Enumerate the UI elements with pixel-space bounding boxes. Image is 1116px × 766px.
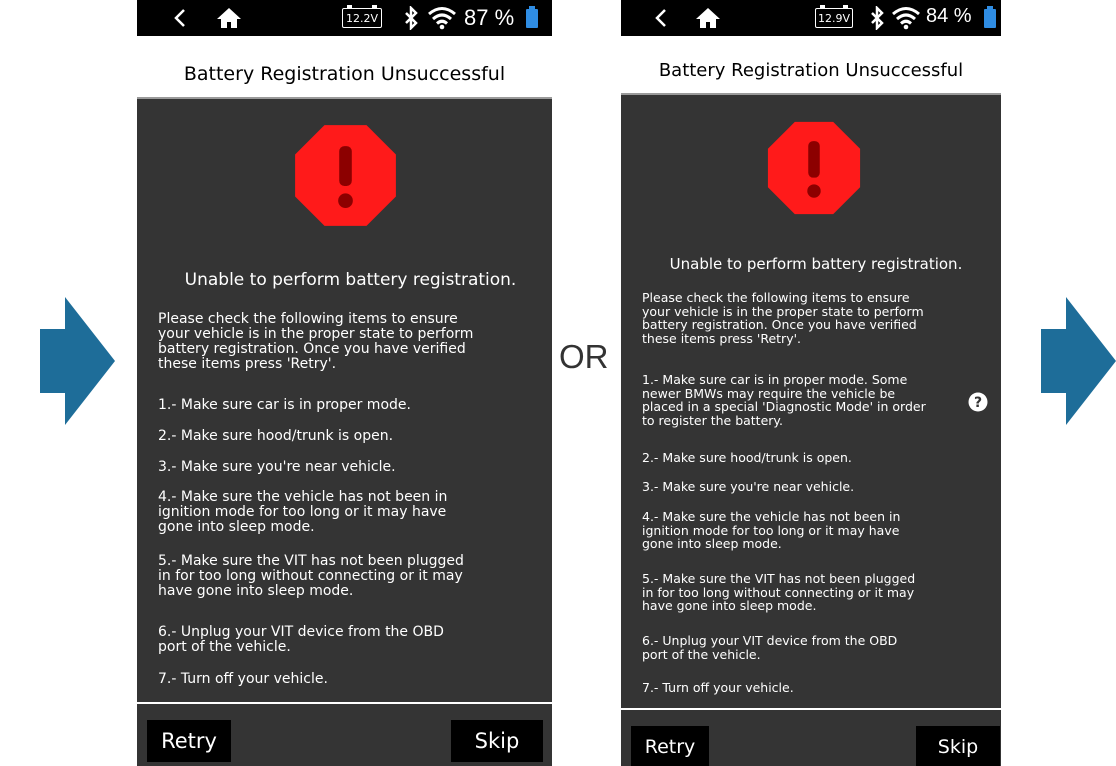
page-title: Battery Registration Unsuccessful — [137, 36, 552, 99]
step-6: 6.- Unplug your VIT device from the OBD … — [158, 624, 444, 655]
battery-percentage: 84 % — [926, 5, 972, 27]
step-1: 1.- Make sure car is in proper mode. — [158, 397, 411, 413]
error-stop-icon — [767, 121, 861, 215]
battery-percentage: 87 % — [464, 5, 515, 30]
battery-icon — [984, 6, 996, 28]
bluetooth-icon — [871, 6, 884, 30]
or-separator: OR — [559, 338, 609, 375]
help-question-icon[interactable]: ? — [968, 392, 988, 412]
phone-screen-1: 12.2V 87 % Battery Registration Unsucces… — [137, 0, 552, 766]
retry-button[interactable]: Retry — [631, 726, 709, 766]
home-icon[interactable] — [216, 7, 242, 29]
vehicle-voltage-indicator: 12.9V — [815, 5, 853, 28]
step-2: 2.- Make sure hood/trunk is open. — [642, 450, 852, 465]
bluetooth-icon — [405, 6, 418, 30]
status-bar: 12.2V 87 % — [137, 0, 552, 36]
skip-button[interactable]: Skip — [916, 726, 1000, 766]
vehicle-voltage-indicator: 12.2V — [342, 5, 382, 28]
flow-arrow-left-icon — [40, 297, 115, 425]
page-title: Battery Registration Unsuccessful — [621, 36, 1001, 95]
error-subtitle: Unable to perform battery registration. — [184, 270, 517, 290]
footer-bar: Retry Skip — [621, 708, 1001, 766]
step-4: 4.- Make sure the vehicle has not been i… — [642, 509, 901, 551]
step-6: 6.- Unplug your VIT device from the OBD … — [642, 633, 898, 662]
svg-text:?: ? — [974, 395, 982, 411]
step-4: 4.- Make sure the vehicle has not been i… — [158, 489, 448, 535]
step-3: 3.- Make sure you're near vehicle. — [158, 459, 396, 475]
instructions-intro: Please check the following items to ensu… — [158, 311, 474, 372]
step-5: 5.- Make sure the VIT has not been plugg… — [158, 553, 464, 599]
footer-bar: Retry Skip — [137, 702, 552, 766]
status-bar: 12.9V 84 % — [621, 0, 1001, 36]
step-2: 2.- Make sure hood/trunk is open. — [158, 428, 394, 444]
flow-arrow-right-icon — [1041, 297, 1116, 425]
back-arrow-icon[interactable] — [654, 7, 668, 29]
step-7: 7.- Turn off your vehicle. — [158, 671, 328, 687]
phone-screen-2: 12.9V 84 % Battery Registration Unsucces… — [621, 0, 1001, 766]
battery-icon — [526, 6, 538, 28]
error-stop-icon — [295, 125, 396, 226]
step-5: 5.- Make sure the VIT has not been plugg… — [642, 571, 916, 613]
wifi-icon — [428, 7, 456, 30]
step-3: 3.- Make sure you're near vehicle. — [642, 479, 855, 494]
instructions-intro: Please check the following items to ensu… — [642, 290, 924, 346]
step-7: 7.- Turn off your vehicle. — [642, 680, 794, 695]
home-icon[interactable] — [695, 7, 721, 29]
retry-button[interactable]: Retry — [147, 720, 231, 762]
error-subtitle: Unable to perform battery registration. — [669, 255, 963, 273]
step-1: 1.- Make sure car is in proper mode. Som… — [642, 372, 926, 428]
back-arrow-icon[interactable] — [173, 7, 187, 29]
skip-button[interactable]: Skip — [451, 720, 543, 762]
wifi-icon — [892, 7, 920, 30]
